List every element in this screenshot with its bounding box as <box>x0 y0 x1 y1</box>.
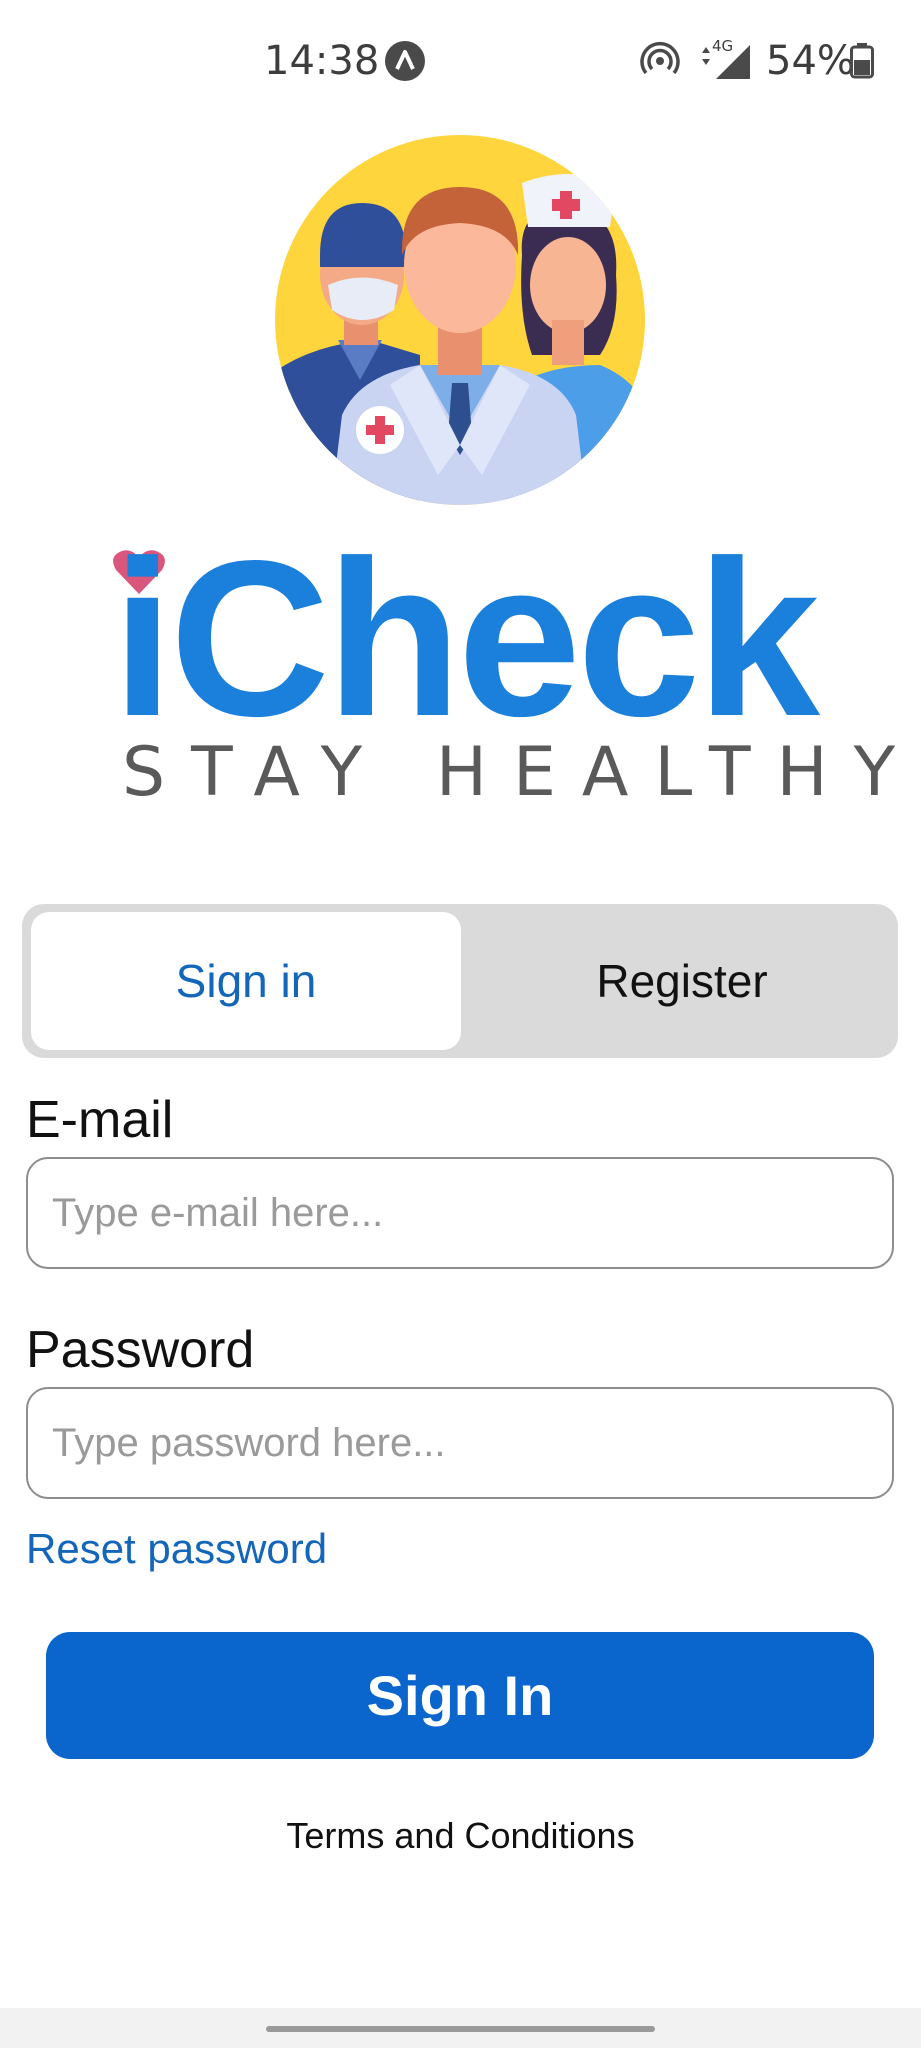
tab-sign-in[interactable]: Sign in <box>31 912 461 1050</box>
gesture-handle[interactable] <box>266 2026 655 2032</box>
navigation-arrow-icon <box>385 41 425 81</box>
terms-and-conditions-link[interactable]: Terms and Conditions <box>0 1815 921 1857</box>
system-navigation-bar <box>0 2008 921 2048</box>
4g-signal-icon: 4G <box>698 37 754 83</box>
brand-tagline: STAY HEALTHY <box>122 733 921 812</box>
medical-team-illustration <box>270 115 650 510</box>
status-icons: 4G <box>640 36 754 86</box>
battery-percent: 54% <box>766 38 855 84</box>
password-label: Password <box>26 1321 255 1379</box>
brand-name: iCheck <box>112 515 820 763</box>
network-type-label: 4G <box>712 37 734 55</box>
hotspot-icon <box>640 39 680 84</box>
sign-in-button[interactable]: Sign In <box>46 1632 874 1759</box>
auth-tab-switch: Sign in Register <box>22 904 898 1058</box>
tab-register[interactable]: Register <box>467 912 897 1050</box>
password-input[interactable] <box>26 1387 894 1499</box>
status-time: 14:38 <box>264 38 380 84</box>
email-input[interactable] <box>26 1157 894 1269</box>
battery-icon <box>850 43 874 84</box>
reset-password-link[interactable]: Reset password <box>26 1525 327 1573</box>
email-label: E-mail <box>26 1091 174 1149</box>
brand-logo: iCheck STAY HEALTHY <box>112 528 895 812</box>
status-bar: 14:38 4G 54% <box>0 0 921 120</box>
